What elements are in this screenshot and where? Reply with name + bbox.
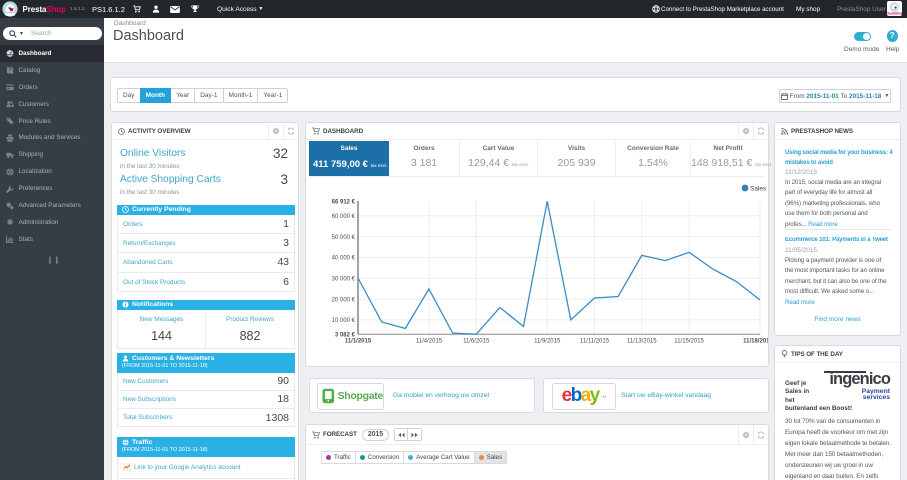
svg-text:11/15/2015: 11/15/2015 [674, 339, 704, 345]
svg-text:50 000 €: 50 000 € [332, 235, 356, 241]
svg-text:11/9/2015: 11/9/2015 [534, 339, 561, 345]
svg-text:Sales: Sales [750, 186, 767, 193]
svg-text:40 000 €: 40 000 € [332, 256, 356, 262]
svg-text:60 000 €: 60 000 € [332, 214, 356, 220]
svg-text:11/18/2015: 11/18/2015 [743, 339, 768, 345]
svg-text:66 912 €: 66 912 € [332, 199, 356, 205]
svg-text:20 000 €: 20 000 € [332, 297, 356, 303]
svg-text:11/13/2015: 11/13/2015 [627, 339, 657, 345]
svg-text:11/4/2015: 11/4/2015 [416, 339, 443, 345]
svg-text:11/6/2015: 11/6/2015 [463, 339, 490, 345]
svg-text:10 000 €: 10 000 € [332, 318, 356, 324]
svg-text:30 000 €: 30 000 € [332, 277, 356, 283]
svg-text:11/11/2015: 11/11/2015 [580, 339, 610, 345]
svg-text:PrestaShop: PrestaShop [887, 12, 902, 16]
svg-text:11/1/2015: 11/1/2015 [345, 339, 372, 345]
